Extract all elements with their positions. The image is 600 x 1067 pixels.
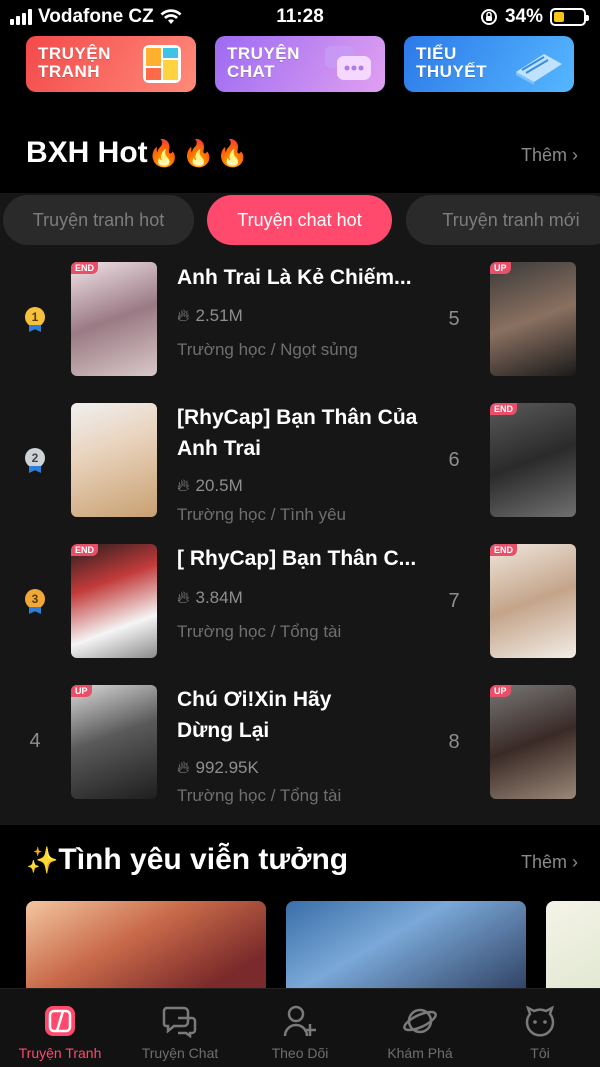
status-badge: UP (490, 262, 511, 274)
chevron-right-icon: › (572, 852, 578, 872)
battery-percent: 34% (504, 6, 543, 27)
planet-icon (400, 1001, 440, 1041)
tab-theo-doi[interactable]: Theo Dõi (240, 989, 360, 1067)
rank-number: 4 (29, 730, 41, 752)
tab-label: Khám Phá (387, 1045, 453, 1061)
view-count: 🔥︎ 992.95K (177, 758, 259, 778)
comic-icon (40, 1001, 80, 1041)
section-more-link[interactable]: Thêm › (521, 852, 578, 873)
cover-image[interactable]: UP (71, 685, 157, 799)
rank-number: 7 (448, 590, 460, 612)
category-label: TRUYỆN CHAT (227, 44, 300, 81)
cover-image[interactable]: END (71, 262, 157, 376)
bottom-tab-bar: Truyện Tranh Truyện Chat Theo Dõi Khám P… (0, 988, 600, 1067)
story-card[interactable] (286, 901, 526, 1001)
genre-tags: Trường học / Ngọt sủng (177, 340, 358, 359)
section-title-text: Tình yêu viễn tưởng (58, 843, 349, 876)
rank-number: 6 (448, 449, 460, 471)
cover-image[interactable]: END (490, 403, 576, 517)
tab-label: Theo Dõi (271, 1045, 329, 1061)
cover-image[interactable]: UP (490, 262, 576, 376)
flame-icon: 🔥︎ (177, 306, 190, 325)
genre-tags: Trường học / Tổng tài (177, 622, 342, 641)
category-label: TRUYỆN TRANH (38, 44, 111, 81)
item-title[interactable]: Anh Trai Là Kẻ Chiếm... (177, 262, 427, 293)
section-title: ✨Tình yêu viễn tưởng (26, 843, 348, 877)
status-badge: END (490, 403, 518, 415)
status-badge: UP (490, 685, 511, 697)
view-count: 🔥︎ 3.84M (177, 588, 243, 608)
cover-image[interactable] (71, 403, 157, 517)
tab-kham-pha[interactable]: Khám Phá (360, 989, 480, 1067)
status-badge: UP (71, 685, 92, 697)
genre-tags: Trường học / Tình yêu (177, 505, 346, 524)
tab-truyen-chat[interactable]: Truyện Chat (120, 989, 240, 1067)
fire-icon: 🔥🔥🔥 (147, 138, 251, 168)
view-count-value: 20.5M (195, 476, 243, 495)
tab-toi[interactable]: Tôi (480, 989, 600, 1067)
rank-number: 5 (448, 308, 460, 330)
battery-icon (550, 8, 589, 26)
view-count: 🔥︎ 20.5M (177, 476, 243, 496)
gold-medal-icon: 1 (24, 307, 46, 333)
bronze-medal-icon: 3 (24, 589, 46, 615)
category-truyen-tranh[interactable]: TRUYỆN TRANH (26, 36, 196, 92)
chat-bubble-icon (325, 46, 371, 80)
tab-truyen-tranh-moi[interactable]: Truyện tranh mới (406, 195, 600, 245)
tab-label: Truyện Tranh (18, 1045, 102, 1061)
item-title[interactable]: Chú Ơi!Xin Hãy Dừng Lại (177, 684, 377, 746)
ranking-title: BXH Hot🔥🔥🔥 (26, 136, 251, 170)
cover-image[interactable]: UP (490, 685, 576, 799)
tab-truyen-tranh-hot[interactable]: Truyện tranh hot (3, 195, 194, 245)
view-count-value: 992.95K (195, 758, 259, 777)
sparkle-icon: ✨ (26, 845, 59, 875)
chat-icon (160, 1001, 200, 1041)
ranking-more-link[interactable]: Thêm › (521, 145, 578, 166)
more-label: Thêm (520, 852, 567, 872)
comic-panels-icon (143, 45, 181, 83)
status-badge: END (71, 262, 99, 274)
status-badge: END (71, 544, 99, 556)
rank-number: 8 (448, 731, 460, 753)
category-truyen-chat[interactable]: TRUYỆN CHAT (215, 36, 385, 92)
profile-face-icon (520, 1001, 560, 1041)
item-title[interactable]: [ RhyCap] Bạn Thân C... (177, 543, 427, 574)
view-count: 🔥︎ 2.51M (177, 306, 243, 326)
category-label: TIỂU THUYẾT (416, 44, 487, 81)
book-icon (516, 54, 562, 85)
ranking-title-text: BXH Hot (26, 136, 148, 169)
cover-image[interactable]: END (490, 544, 576, 658)
category-tieu-thuyet[interactable]: TIỂU THUYẾT (404, 36, 574, 92)
cover-image[interactable]: END (71, 544, 157, 658)
genre-tags: Trường học / Tổng tài (177, 786, 342, 805)
rotation-lock-icon (480, 9, 497, 25)
flame-icon: 🔥︎ (177, 588, 190, 607)
chevron-right-icon: › (572, 145, 578, 165)
tab-label: Tôi (530, 1045, 550, 1061)
tab-truyen-chat-hot[interactable]: Truyện chat hot (207, 195, 392, 245)
status-badge: END (490, 544, 518, 556)
item-title[interactable]: [RhyCap] Bạn Thân Của Anh Trai (177, 402, 427, 464)
status-bar: Vodafone CZ 11:28 34% (0, 0, 600, 34)
story-card[interactable] (546, 901, 600, 1001)
view-count-value: 3.84M (195, 588, 243, 607)
tab-truyen-tranh[interactable]: Truyện Tranh (0, 989, 120, 1067)
story-card[interactable] (26, 901, 266, 1001)
silver-medal-icon: 2 (24, 448, 46, 474)
flame-icon: 🔥︎ (177, 758, 190, 777)
view-count-value: 2.51M (195, 306, 243, 325)
tab-label: Truyện Chat (141, 1045, 219, 1061)
follow-user-icon (280, 1001, 320, 1041)
more-label: Thêm (520, 145, 567, 165)
flame-icon: 🔥︎ (177, 476, 190, 495)
